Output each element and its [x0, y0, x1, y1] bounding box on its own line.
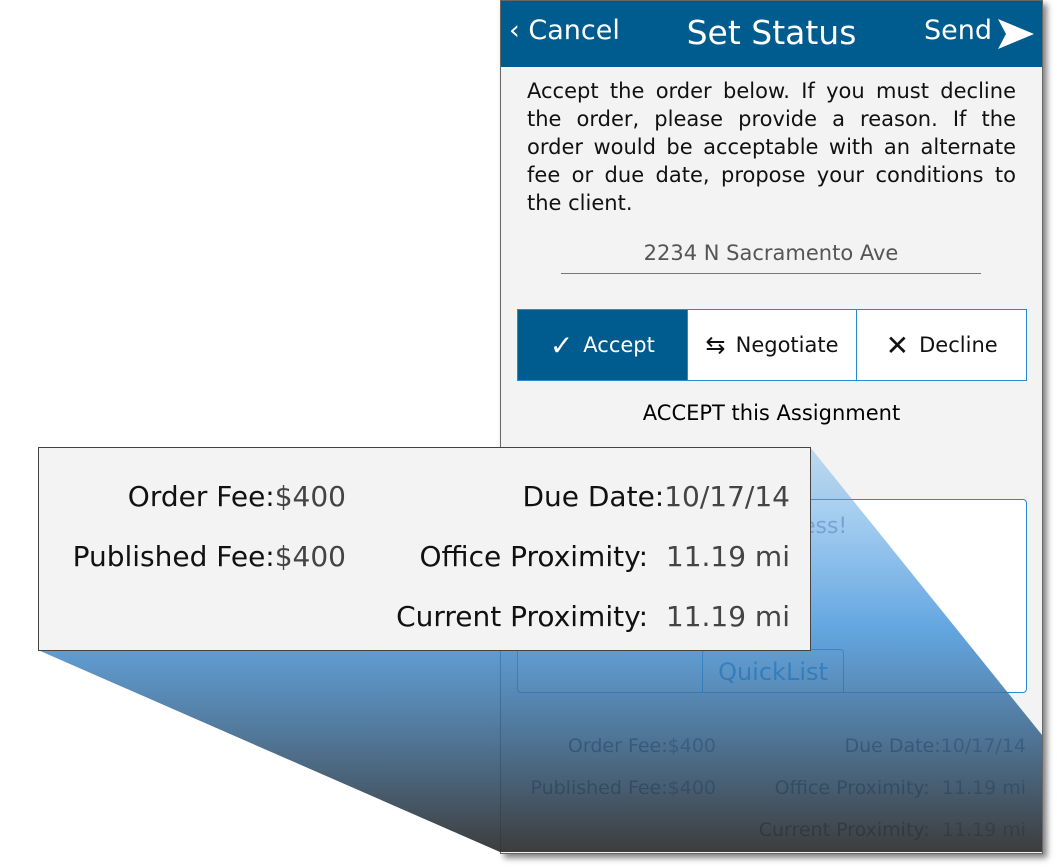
value: $400	[274, 540, 346, 573]
value: $400	[274, 480, 346, 513]
negotiate-label: Negotiate	[735, 333, 839, 357]
label: Due Date:	[522, 480, 665, 513]
published-fee-value: $400	[667, 777, 716, 799]
order-fee: Order Fee:$400	[568, 735, 716, 757]
status-text: ACCEPT this Assignment	[642, 401, 901, 425]
phone-screen: ‹ Cancel Set Status Send Accept the orde…	[500, 0, 1043, 854]
callout-published-fee: Published Fee:$400	[73, 540, 346, 573]
label: Office Proximity:	[419, 540, 649, 573]
send-icon[interactable]	[996, 17, 1036, 51]
office-prox-label: Office Proximity:	[774, 777, 930, 799]
due-date-label: Due Date:	[844, 735, 941, 757]
status-segmented-control: ✓ Accept ⇆ Negotiate ✕ Decline	[517, 309, 1027, 381]
due-date-value: 10/17/14	[940, 735, 1026, 757]
check-icon: ✓	[549, 328, 574, 362]
published-fee-label: Published Fee:	[530, 777, 668, 799]
quicklist-button[interactable]: QuickList	[702, 649, 844, 692]
details-callout: Order Fee:$400 Published Fee:$400 Due Da…	[38, 447, 811, 651]
office-proximity: Office Proximity: 11.19 mi	[775, 777, 1026, 799]
callout-current-proximity: Current Proximity: 11.19 mi	[396, 600, 790, 633]
send-button[interactable]: Send	[924, 15, 992, 46]
order-fee-value: $400	[667, 735, 716, 757]
accept-label: Accept	[583, 333, 655, 357]
swap-arrows-icon: ⇆	[705, 331, 726, 359]
due-date: Due Date:10/17/14	[844, 735, 1026, 757]
negotiate-button[interactable]: ⇆ Negotiate	[688, 310, 858, 380]
callout-office-proximity: Office Proximity: 11.19 mi	[420, 540, 790, 573]
callout-order-fee: Order Fee:$400	[128, 480, 346, 513]
office-prox-value: 11.19 mi	[941, 777, 1026, 799]
accept-button[interactable]: ✓ Accept	[518, 310, 688, 380]
callout-due-date: Due Date:10/17/14	[522, 480, 790, 513]
published-fee: Published Fee:$400	[530, 777, 716, 799]
value: 11.19 mi	[665, 540, 790, 573]
address-field: 2234 N Sacramento Ave	[561, 241, 981, 274]
current-prox-label: Current Proximity:	[758, 819, 930, 841]
decline-button[interactable]: ✕ Decline	[857, 310, 1026, 380]
label: Published Fee:	[72, 540, 275, 573]
instructions-text: Accept the order below. If you must decl…	[527, 79, 1016, 215]
value: 11.19 mi	[665, 600, 790, 633]
close-icon: ✕	[885, 328, 910, 362]
label: Order Fee:	[127, 480, 275, 513]
label: Current Proximity:	[396, 600, 649, 633]
order-fee-label: Order Fee:	[567, 735, 668, 757]
current-proximity: Current Proximity: 11.19 mi	[759, 819, 1026, 841]
current-prox-value: 11.19 mi	[941, 819, 1026, 841]
header-bar: ‹ Cancel Set Status Send	[501, 1, 1042, 67]
decline-label: Decline	[919, 333, 998, 357]
value: 10/17/14	[664, 480, 790, 513]
